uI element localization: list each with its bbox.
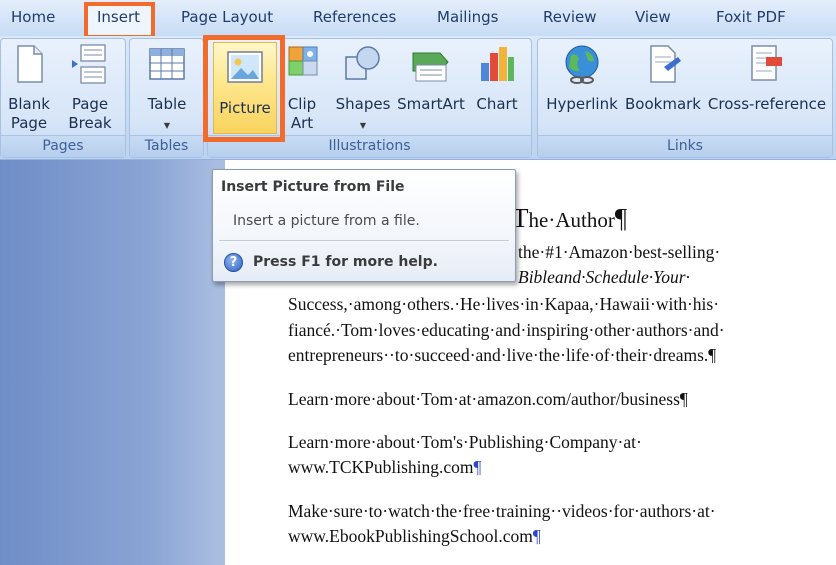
pilcrow-mark: ¶ bbox=[532, 526, 541, 546]
doc-line-6: Learn·more·about·Tom's·Publishing·Compan… bbox=[288, 432, 642, 452]
smartart-icon bbox=[412, 52, 449, 82]
table-dropdown-icon: ▼ bbox=[163, 121, 171, 130]
table-label: Table bbox=[147, 95, 187, 113]
document-heading: The·Author¶ bbox=[512, 203, 627, 234]
group-links-label: Links bbox=[538, 135, 832, 157]
cross-reference-icon bbox=[751, 45, 782, 81]
doc-line-2: Success,·among·others.·He·lives·in·Kapaa… bbox=[288, 294, 720, 314]
group-tables-label: Tables bbox=[130, 135, 203, 157]
shapes-button[interactable]: Shapes ▼ bbox=[334, 39, 392, 137]
bookmark-button[interactable]: Bookmark bbox=[623, 39, 703, 137]
group-illustrations: Picture Clip Art Shapes ▼ SmartArt Chart… bbox=[207, 38, 532, 158]
clip-art-icon bbox=[288, 46, 318, 76]
clip-art-button[interactable]: Clip Art bbox=[280, 39, 324, 137]
doc-line-3: fiancé.·Tom·loves·educating·and·inspirin… bbox=[288, 320, 725, 340]
chart-label: Chart bbox=[476, 95, 518, 113]
tab-view[interactable]: View bbox=[635, 8, 671, 26]
group-tables: Table ▼ Tables bbox=[129, 38, 204, 158]
smartart-button[interactable]: SmartArt bbox=[396, 39, 466, 137]
blank-page-icon bbox=[17, 45, 43, 83]
tab-foxit-pdf[interactable]: Foxit PDF bbox=[716, 8, 786, 26]
page-break-label: Page Break bbox=[68, 95, 112, 132]
table-icon bbox=[149, 48, 185, 80]
tooltip-title: Insert Picture from File bbox=[221, 179, 405, 195]
shapes-dropdown-icon: ▼ bbox=[359, 121, 367, 130]
tab-home[interactable]: Home bbox=[11, 8, 55, 26]
heading-pilcrow: ¶ bbox=[614, 203, 628, 233]
picture-tooltip: Insert Picture from File Insert a pictur… bbox=[212, 169, 516, 282]
chart-button[interactable]: Chart bbox=[470, 39, 524, 137]
shapes-icon bbox=[345, 46, 380, 80]
page-break-icon bbox=[72, 44, 106, 84]
doc-line-italic: Bibleand·Schedule·Your· bbox=[518, 267, 690, 287]
tab-references[interactable]: References bbox=[313, 8, 396, 26]
tab-review[interactable]: Review bbox=[543, 8, 597, 26]
tooltip-help-text: Press F1 for more help. bbox=[253, 254, 438, 270]
doc-line-5: Learn·more·about·Tom·at·amazon.com/autho… bbox=[288, 389, 688, 409]
doc-line-4: entrepreneurs··to·succeed·and·live·the·l… bbox=[288, 345, 717, 365]
tooltip-divider bbox=[219, 240, 509, 241]
cross-reference-label: Cross-reference bbox=[707, 95, 827, 113]
bookmark-label: Bookmark bbox=[625, 95, 701, 113]
doc-line-9: www.EbookPublishingSchool.com¶ bbox=[288, 526, 541, 547]
doc-line-1: the·#1·Amazon·best-selling· bbox=[518, 242, 721, 262]
group-links: Hyperlink Bookmark Cross-reference Links bbox=[537, 38, 833, 158]
picture-icon bbox=[227, 51, 263, 83]
blank-page-button[interactable]: Blank Page bbox=[1, 39, 57, 137]
group-pages: Blank Page Page Break Pages bbox=[0, 38, 126, 158]
doc-line-7: www.TCKPublishing.com¶ bbox=[288, 457, 481, 478]
blank-page-label: Blank Page bbox=[8, 95, 50, 132]
picture-button[interactable]: Picture bbox=[213, 42, 277, 134]
tab-insert[interactable]: Insert bbox=[97, 8, 140, 26]
page-break-button[interactable]: Page Break bbox=[59, 39, 121, 137]
tab-page-layout[interactable]: Page Layout bbox=[181, 8, 273, 26]
group-pages-label: Pages bbox=[1, 135, 125, 157]
tck-url: www.TCKPublishing.com bbox=[288, 457, 474, 477]
heading-rest: he·Author bbox=[528, 208, 615, 232]
help-icon: ? bbox=[224, 253, 243, 272]
ribbon-tab-bar: Home Insert Page Layout References Maili… bbox=[0, 0, 836, 39]
picture-label: Picture bbox=[219, 99, 271, 117]
group-illustrations-label: Illustrations bbox=[208, 135, 531, 157]
bookmark-icon bbox=[650, 45, 681, 83]
tooltip-description: Insert a picture from a file. bbox=[233, 213, 420, 229]
pilcrow-mark: ¶ bbox=[473, 457, 482, 477]
shapes-label: Shapes bbox=[335, 95, 391, 113]
ribbon: Blank Page Page Break Pages Table ▼ Tabl… bbox=[0, 36, 836, 160]
tab-mailings[interactable]: Mailings bbox=[437, 8, 498, 26]
table-button[interactable]: Table ▼ bbox=[134, 39, 200, 137]
cross-reference-button[interactable]: Cross-reference bbox=[706, 39, 828, 137]
clip-art-label: Clip Art bbox=[287, 95, 317, 132]
hyperlink-button[interactable]: Hyperlink bbox=[543, 39, 621, 137]
hyperlink-label: Hyperlink bbox=[546, 95, 618, 113]
ebook-url: www.EbookPublishingSchool.com bbox=[288, 526, 533, 546]
smartart-label: SmartArt bbox=[397, 95, 465, 113]
hyperlink-globe-icon bbox=[565, 45, 599, 84]
doc-line-8: Make·sure·to·watch·the·free·training··vi… bbox=[288, 501, 716, 521]
chart-icon bbox=[481, 47, 514, 81]
